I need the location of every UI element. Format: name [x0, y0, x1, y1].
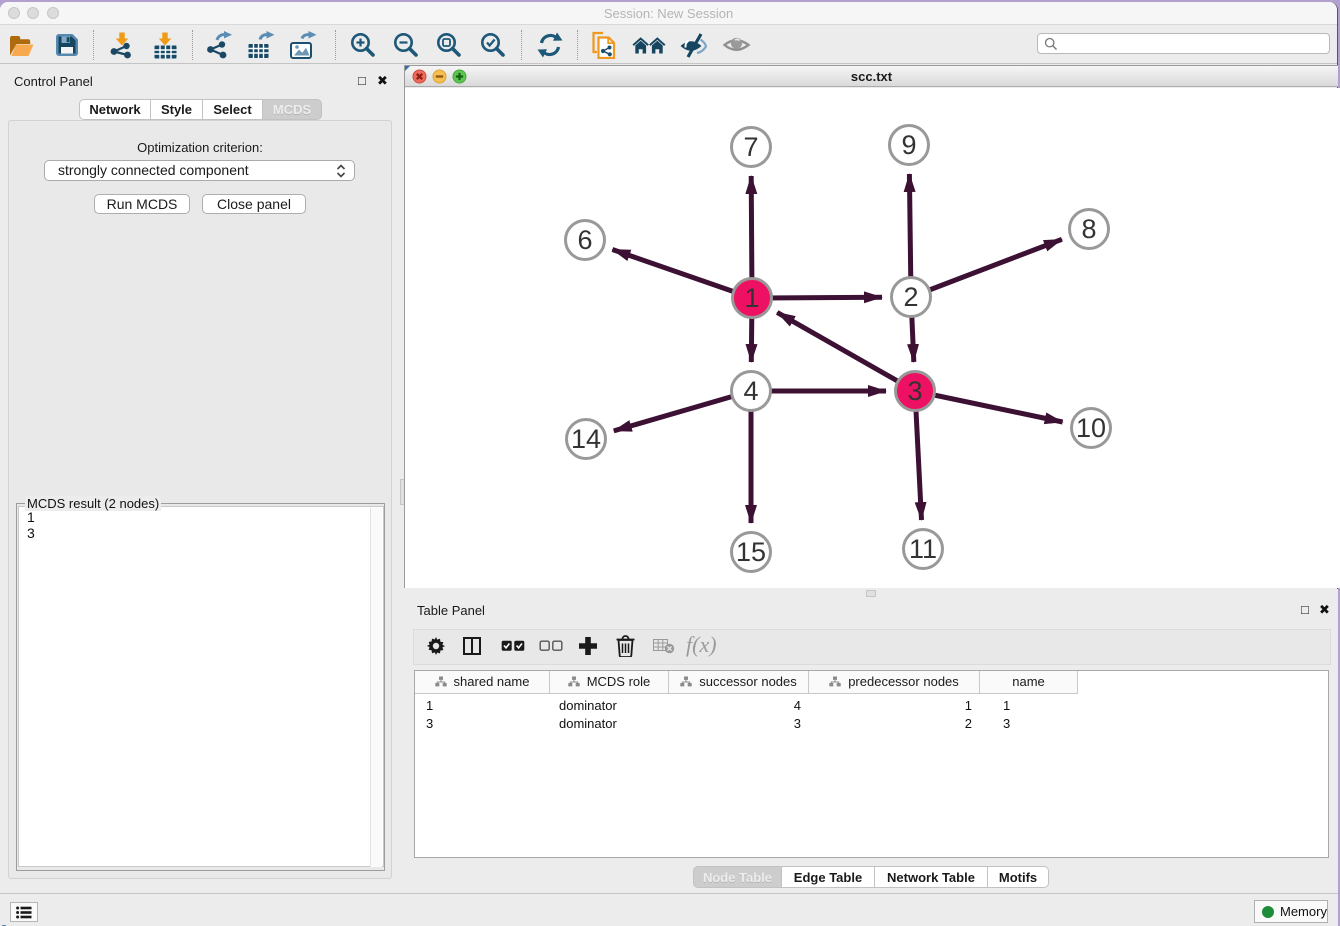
svg-text:3: 3 — [907, 376, 922, 406]
svg-text:7: 7 — [743, 132, 758, 162]
svg-text:6: 6 — [577, 225, 592, 255]
svg-text:1: 1 — [744, 283, 759, 313]
svg-text:2: 2 — [903, 282, 918, 312]
svg-text:14: 14 — [571, 424, 601, 454]
svg-text:8: 8 — [1081, 214, 1096, 244]
svg-text:9: 9 — [901, 130, 916, 160]
svg-text:15: 15 — [736, 537, 766, 567]
svg-text:11: 11 — [909, 534, 937, 564]
svg-text:10: 10 — [1076, 413, 1106, 443]
svg-text:4: 4 — [743, 376, 758, 406]
